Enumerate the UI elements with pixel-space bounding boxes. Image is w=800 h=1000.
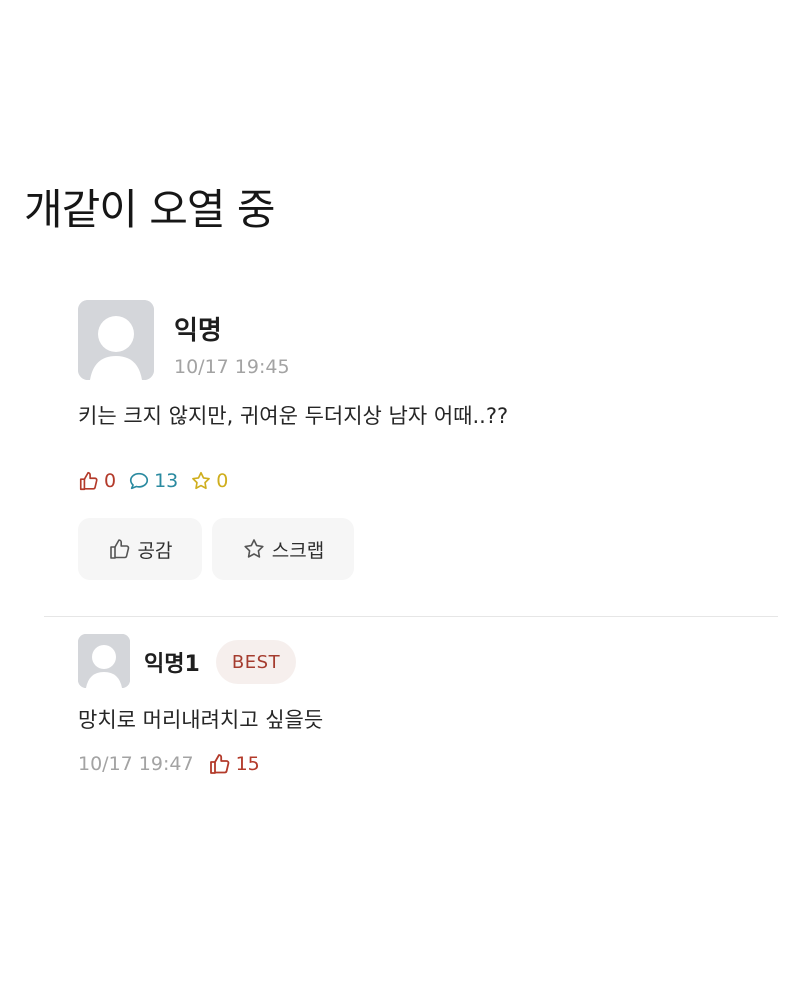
scrap-button[interactable]: 스크랩 (212, 518, 354, 580)
post-timestamp: 10/17 19:45 (174, 356, 290, 378)
comment-count: 13 (128, 470, 178, 492)
comment-like-count: 15 (235, 753, 260, 775)
scrap-button-label: 스크랩 (271, 539, 325, 562)
best-badge: BEST (216, 640, 296, 684)
scrap-count: 0 (190, 470, 228, 492)
comment-meta: 10/17 19:47 15 (78, 752, 260, 776)
like-button-label: 공감 (137, 539, 173, 562)
like-count-value: 0 (104, 470, 117, 492)
thumbs-up-icon (109, 539, 129, 559)
caption-title: 개같이 오열 중 (24, 185, 276, 234)
comment-count-value: 13 (154, 470, 179, 492)
thumbs-up-icon (79, 471, 98, 491)
star-icon (192, 471, 211, 490)
post-actions: 공감 스크랩 (78, 518, 364, 580)
like-count: 0 (78, 470, 116, 492)
comment-author: 익명1 (144, 652, 200, 677)
post-body: 키는 크지 않지만, 귀여운 두더지상 남자 어때..?? (78, 404, 509, 428)
speech-bubble-icon (130, 472, 149, 490)
scrap-count-value: 0 (216, 470, 229, 492)
star-icon (244, 539, 264, 558)
default-avatar-icon (78, 300, 154, 380)
post-author: 익명 (174, 316, 222, 346)
comment-like-button[interactable]: 15 (208, 752, 260, 776)
default-avatar-icon (78, 634, 130, 688)
comment-body: 망치로 머리내려치고 싶을듯 (78, 708, 324, 732)
divider (44, 616, 778, 617)
like-button[interactable]: 공감 (78, 518, 202, 580)
thumbs-up-icon (209, 754, 229, 774)
comment-timestamp: 10/17 19:47 (78, 753, 194, 775)
post-stats: 0 13 0 (78, 470, 240, 492)
